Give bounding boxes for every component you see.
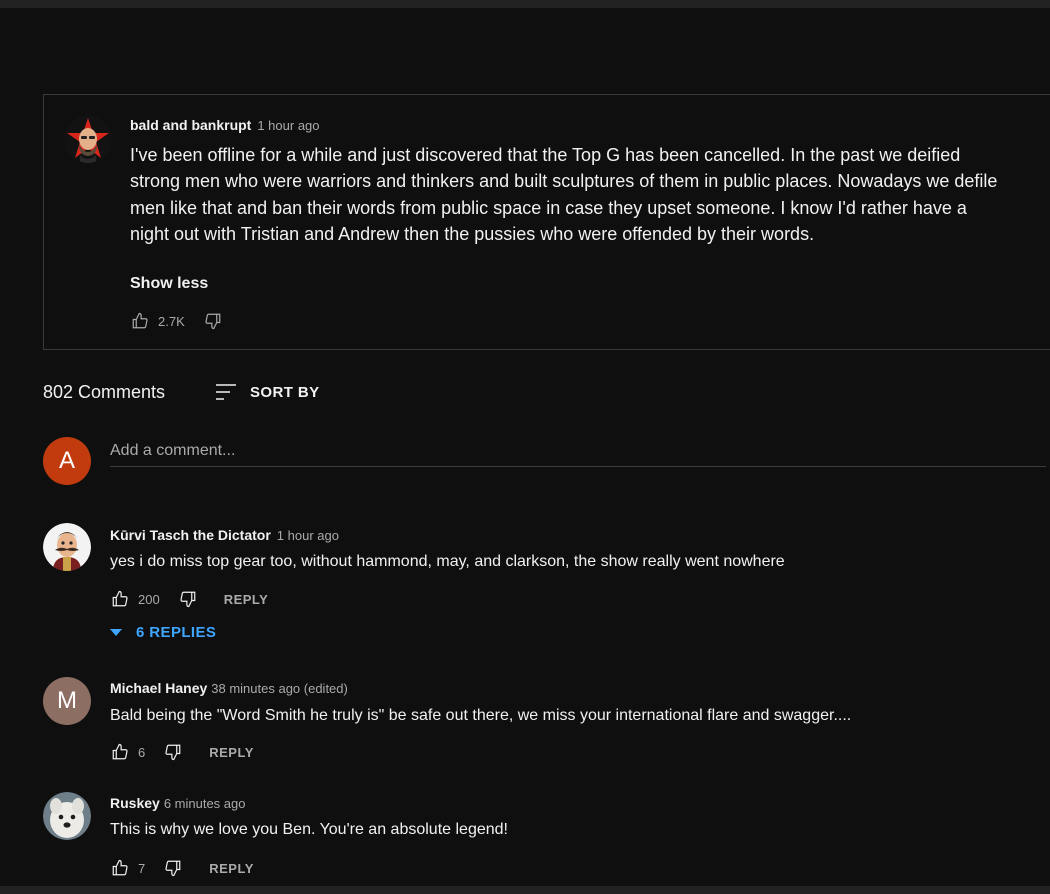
- like-icon[interactable]: [110, 858, 130, 878]
- pinned-author-row: bald and bankrupt 1 hour ago: [130, 117, 320, 133]
- mustached-dictator-avatar[interactable]: [43, 523, 91, 571]
- like-count: 7: [138, 860, 146, 876]
- comment-author-row: Ruskey 6 minutes ago: [110, 795, 245, 811]
- dislike-icon[interactable]: [163, 742, 183, 762]
- red-star-bald-man-avatar[interactable]: [64, 115, 112, 163]
- reply-button[interactable]: REPLY: [224, 592, 269, 607]
- comment-actions: 7 REPLY: [110, 858, 254, 878]
- dislike-icon[interactable]: [203, 311, 223, 331]
- view-replies-button[interactable]: 6 REPLIES: [110, 624, 216, 641]
- like-count: 200: [138, 591, 160, 607]
- like-count: 6: [138, 744, 146, 760]
- bottom-border: [0, 886, 1050, 894]
- comment-actions: 6 REPLY: [110, 742, 254, 762]
- caret-down-icon: [110, 624, 122, 641]
- comment-text: This is why we love you Ben. You're an a…: [110, 821, 508, 838]
- like-count: 2.7K: [158, 313, 185, 329]
- comment-timestamp[interactable]: 6 minutes ago: [164, 796, 246, 811]
- sort-icon: [214, 380, 238, 404]
- comment-timestamp[interactable]: 1 hour ago: [257, 118, 319, 133]
- comment-author[interactable]: Michael Haney: [110, 680, 207, 696]
- reply-button[interactable]: REPLY: [209, 861, 254, 876]
- comment-text: yes i do miss top gear too, without hamm…: [110, 553, 785, 570]
- like-icon[interactable]: [130, 311, 150, 331]
- like-icon[interactable]: [110, 742, 130, 762]
- comment-actions: 200 REPLY: [110, 589, 268, 609]
- user-avatar[interactable]: A: [43, 437, 91, 485]
- comment-author[interactable]: Kūrvi Tasch the Dictator: [110, 527, 271, 543]
- replies-label: 6 REPLIES: [136, 624, 217, 641]
- comment-author[interactable]: Ruskey: [110, 795, 160, 811]
- comment-timestamp[interactable]: 1 hour ago: [277, 528, 339, 543]
- add-comment-input[interactable]: Add a comment...: [110, 436, 1046, 467]
- comments-count: 802 Comments: [43, 382, 166, 402]
- comment-author-row: Kūrvi Tasch the Dictator 1 hour ago: [110, 527, 339, 543]
- like-icon[interactable]: [110, 589, 130, 609]
- comment-text: Bald being the "Word Smith he truly is" …: [110, 707, 852, 724]
- comment-author-row: Michael Haney 38 minutes ago (edited): [110, 680, 348, 696]
- dislike-icon[interactable]: [178, 589, 198, 609]
- comment-actions: 2.7K: [130, 311, 223, 331]
- comment-timestamp[interactable]: 38 minutes ago (edited): [211, 681, 348, 696]
- show-less-button[interactable]: Show less: [130, 275, 208, 293]
- commenter-avatar[interactable]: M: [43, 677, 91, 725]
- comment-text: I've been offline for a while and just d…: [130, 145, 998, 245]
- comment-author[interactable]: bald and bankrupt: [130, 117, 251, 133]
- top-border: [0, 0, 1050, 8]
- sort-by-label: SORT BY: [250, 383, 320, 401]
- white-dog-avatar[interactable]: [43, 792, 91, 840]
- sort-by-button[interactable]: SORT BY: [214, 380, 319, 404]
- reply-button[interactable]: REPLY: [209, 745, 254, 760]
- highlighted-comment: bald and bankrupt 1 hour ago I've been of…: [43, 94, 1050, 350]
- dislike-icon[interactable]: [163, 858, 183, 878]
